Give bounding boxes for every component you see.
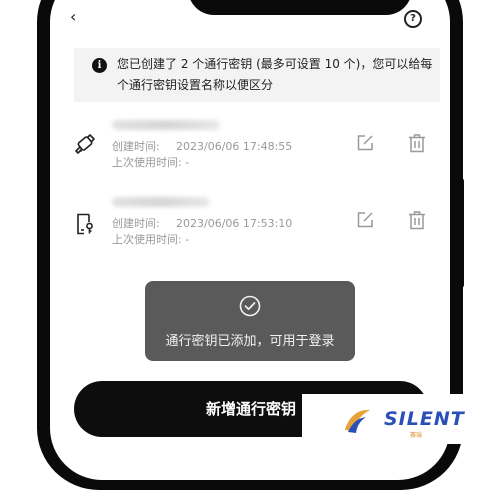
info-banner: i 您已创建了 2 个通行密钥 (最多可设置 10 个)，您可以给每 个通行密钥… (74, 48, 440, 102)
help-icon[interactable]: ? (404, 10, 422, 28)
last-used-time: 上次使用时间: - (112, 154, 189, 170)
watermark-subtext: 赛瑞 (410, 432, 423, 439)
phone-notch (188, 0, 412, 15)
delete-icon[interactable] (408, 133, 426, 153)
back-arrow-icon[interactable]: ‹ (70, 7, 76, 26)
created-label: 创建时间: (112, 140, 160, 153)
passkey-name-hidden (112, 197, 210, 207)
info-text: 您已创建了 2 个通行密钥 (最多可设置 10 个)，您可以给每 个通行密钥设置… (117, 54, 437, 96)
watermark-logo (345, 409, 370, 433)
last-used-value: - (185, 233, 190, 246)
edit-icon[interactable] (356, 134, 374, 152)
info-text-line2: 个通行密钥设置名称以便区分 (117, 78, 274, 92)
phone-side-button (458, 178, 464, 288)
last-used-label: 上次使用时间: (112, 156, 182, 169)
check-circle-icon (239, 295, 261, 317)
device-key-icon (77, 213, 93, 235)
info-icon: i (92, 58, 107, 73)
last-used-label: 上次使用时间: (112, 233, 182, 246)
edit-icon[interactable] (356, 211, 374, 229)
last-used-time: 上次使用时间: - (112, 231, 189, 247)
watermark-text: SILENT (384, 408, 465, 430)
passkey-item: 创建时间: 2023/06/06 17:48:55 上次使用时间: - (66, 118, 446, 188)
created-label: 创建时间: (112, 217, 160, 230)
created-time: 创建时间: 2023/06/06 17:53:10 (112, 215, 292, 231)
passkey-item: 创建时间: 2023/06/06 17:53:10 上次使用时间: - (66, 195, 446, 265)
passkey-name-hidden (112, 120, 220, 130)
created-time: 创建时间: 2023/06/06 17:48:55 (112, 138, 292, 154)
success-toast: 通行密钥已添加，可用于登录 (145, 281, 355, 361)
created-value: 2023/06/06 17:48:55 (176, 140, 293, 153)
usb-key-icon (75, 134, 95, 154)
last-used-value: - (185, 156, 190, 169)
info-text-line1: 您已创建了 2 个通行密钥 (最多可设置 10 个)，您可以给每 (117, 57, 433, 71)
toast-message: 通行密钥已添加，可用于登录 (165, 334, 335, 349)
created-value: 2023/06/06 17:53:10 (176, 217, 293, 230)
delete-icon[interactable] (408, 210, 426, 230)
